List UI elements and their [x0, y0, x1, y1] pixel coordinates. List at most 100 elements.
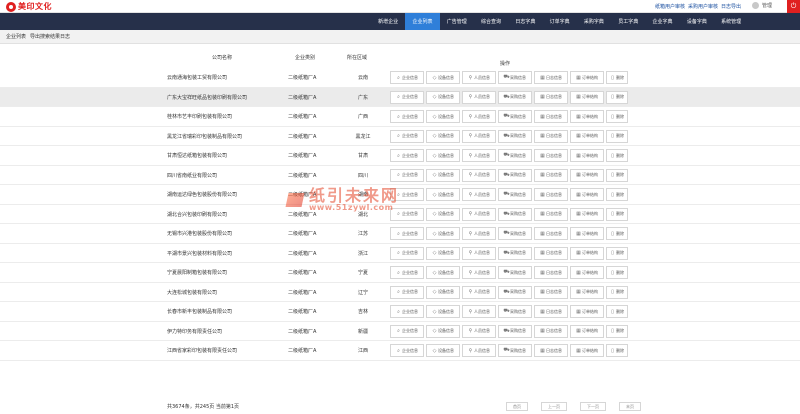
- action-button-1[interactable]: ◇ 设备信息: [426, 110, 460, 123]
- action-button-3[interactable]: ⛟ 采购信息: [498, 246, 532, 260]
- action-button-3[interactable]: ⛟ 采购信息: [498, 227, 532, 240]
- action-button-6[interactable]: ▯ 删除: [606, 285, 628, 299]
- action-button-1[interactable]: ◇ 设备信息: [426, 90, 460, 104]
- action-button-1[interactable]: ◇ 设备信息: [426, 168, 460, 182]
- action-button-5[interactable]: ▦ 订单结构: [570, 149, 604, 162]
- table-row[interactable]: 湖北合兴包装印刷有限公司 二级纸箱厂A 湖北 ⌕ 企业信息 ◇ 设备信息 ⚲ 人员信息 ⛟ 采购信息…: [0, 205, 800, 224]
- action-button-6[interactable]: ▯ 删除: [606, 344, 628, 357]
- action-button-0[interactable]: ⌕ 企业信息: [390, 344, 424, 357]
- nav-tab-1[interactable]: 企业列表: [405, 13, 440, 30]
- action-button-5[interactable]: ▦ 订单结构: [570, 227, 604, 240]
- action-button-0[interactable]: ⌕ 企业信息: [390, 90, 424, 104]
- action-button-4[interactable]: ▦ 日志信息: [534, 129, 568, 143]
- action-button-5[interactable]: ▦ 订单结构: [570, 305, 604, 318]
- action-button-4[interactable]: ▦ 日志信息: [534, 246, 568, 260]
- action-button-1[interactable]: ◇ 设备信息: [426, 71, 460, 84]
- nav-tab-2[interactable]: 广告管理: [440, 13, 474, 30]
- action-button-6[interactable]: ▯ 删除: [606, 129, 628, 143]
- action-button-1[interactable]: ◇ 设备信息: [426, 129, 460, 143]
- action-button-2[interactable]: ⚲ 人员信息: [462, 285, 496, 299]
- table-row[interactable]: 黑龙江省瑞彩印包装制品有限公司 二级纸箱厂A 黑龙江 ⌕ 企业信息 ◇ 设备信息 ⚲ 人员信息 ⛟…: [0, 127, 800, 146]
- action-button-5[interactable]: ▦ 订单结构: [570, 285, 604, 299]
- link-purchase-user-review[interactable]: 采购用户审核: [688, 3, 718, 10]
- action-button-0[interactable]: ⌕ 企业信息: [390, 149, 424, 162]
- action-button-0[interactable]: ⌕ 企业信息: [390, 129, 424, 143]
- action-button-4[interactable]: ▦ 日志信息: [534, 207, 568, 221]
- action-button-5[interactable]: ▦ 订单结构: [570, 129, 604, 143]
- action-button-3[interactable]: ⛟ 采购信息: [498, 344, 532, 357]
- action-button-5[interactable]: ▦ 订单结构: [570, 207, 604, 221]
- table-row[interactable]: 云南通海包装工贸有限公司 二级纸箱厂A 云南 ⌕ 企业信息 ◇ 设备信息 ⚲ 人员信息 ⛟ 采购信息…: [0, 68, 800, 88]
- action-button-5[interactable]: ▦ 订单结构: [570, 324, 604, 338]
- action-button-2[interactable]: ⚲ 人员信息: [462, 129, 496, 143]
- action-button-3[interactable]: ⛟ 采购信息: [498, 129, 532, 143]
- action-button-0[interactable]: ⌕ 企业信息: [390, 246, 424, 260]
- action-button-0[interactable]: ⌕ 企业信息: [390, 110, 424, 123]
- nav-tab-4[interactable]: 日志字典: [508, 13, 542, 30]
- action-button-1[interactable]: ◇ 设备信息: [426, 285, 460, 299]
- table-row[interactable]: 平湖市景兴包装材料有限公司 二级纸箱厂A 浙江 ⌕ 企业信息 ◇ 设备信息 ⚲ 人员信息 ⛟ 采购信…: [0, 244, 800, 263]
- action-button-2[interactable]: ⚲ 人员信息: [462, 110, 496, 123]
- action-button-3[interactable]: ⛟ 采购信息: [498, 90, 532, 104]
- nav-tab-10[interactable]: 系统管理: [714, 13, 748, 30]
- action-button-1[interactable]: ◇ 设备信息: [426, 344, 460, 357]
- action-button-1[interactable]: ◇ 设备信息: [426, 227, 460, 240]
- action-button-4[interactable]: ▦ 日志信息: [534, 285, 568, 299]
- action-button-3[interactable]: ⛟ 采购信息: [498, 188, 532, 201]
- action-button-3[interactable]: ⛟ 采购信息: [498, 285, 532, 299]
- action-button-4[interactable]: ▦ 日志信息: [534, 90, 568, 104]
- nav-tab-9[interactable]: 设备字典: [680, 13, 714, 30]
- action-button-1[interactable]: ◇ 设备信息: [426, 324, 460, 338]
- action-button-5[interactable]: ▦ 订单结构: [570, 71, 604, 84]
- nav-tab-0[interactable]: 新增企业: [371, 13, 405, 30]
- table-row[interactable]: 甘肃恒达纸箱包装有限公司 二级纸箱厂A 甘肃 ⌕ 企业信息 ◇ 设备信息 ⚲ 人员信息 ⛟ 采购信息…: [0, 146, 800, 166]
- action-button-4[interactable]: ▦ 日志信息: [534, 188, 568, 201]
- action-button-6[interactable]: ▯ 删除: [606, 149, 628, 162]
- action-button-3[interactable]: ⛟ 采购信息: [498, 305, 532, 318]
- action-button-6[interactable]: ▯ 删除: [606, 227, 628, 240]
- action-button-3[interactable]: ⛟ 采购信息: [498, 324, 532, 338]
- action-button-1[interactable]: ◇ 设备信息: [426, 266, 460, 279]
- table-row[interactable]: 湖南运达绿色包装股份有限公司 二级纸箱厂A 湖南 ⌕ 企业信息 ◇ 设备信息 ⚲ 人员信息 ⛟ 采购…: [0, 185, 800, 205]
- action-button-4[interactable]: ▦ 日志信息: [534, 71, 568, 84]
- action-button-5[interactable]: ▦ 订单结构: [570, 188, 604, 201]
- action-button-0[interactable]: ⌕ 企业信息: [390, 266, 424, 279]
- table-row[interactable]: 江西省家彩印包装有限责任公司 二级纸箱厂A 江西 ⌕ 企业信息 ◇ 设备信息 ⚲ 人员信息 ⛟ 采购…: [0, 341, 800, 361]
- action-button-0[interactable]: ⌕ 企业信息: [390, 324, 424, 338]
- action-button-1[interactable]: ◇ 设备信息: [426, 188, 460, 201]
- action-button-2[interactable]: ⚲ 人员信息: [462, 246, 496, 260]
- table-row[interactable]: 桂林市艺丰印刷包装有限公司 二级纸箱厂A 广西 ⌕ 企业信息 ◇ 设备信息 ⚲ 人员信息 ⛟ 采购信…: [0, 107, 800, 127]
- action-button-6[interactable]: ▯ 删除: [606, 246, 628, 260]
- action-button-1[interactable]: ◇ 设备信息: [426, 207, 460, 221]
- action-button-4[interactable]: ▦ 日志信息: [534, 168, 568, 182]
- action-button-0[interactable]: ⌕ 企业信息: [390, 168, 424, 182]
- nav-tab-5[interactable]: 订单字典: [542, 13, 576, 30]
- action-button-4[interactable]: ▦ 日志信息: [534, 110, 568, 123]
- table-row[interactable]: 宁夏晨阳制箱包装有限公司 二级纸箱厂A 宁夏 ⌕ 企业信息 ◇ 设备信息 ⚲ 人员信息 ⛟ 采购信息…: [0, 263, 800, 283]
- action-button-0[interactable]: ⌕ 企业信息: [390, 305, 424, 318]
- action-button-2[interactable]: ⚲ 人员信息: [462, 305, 496, 318]
- action-button-5[interactable]: ▦ 订单结构: [570, 344, 604, 357]
- prev-page-button[interactable]: 上一页: [541, 402, 567, 411]
- logout-button[interactable]: ⏻: [787, 0, 800, 13]
- action-button-2[interactable]: ⚲ 人员信息: [462, 344, 496, 357]
- action-button-2[interactable]: ⚲ 人员信息: [462, 188, 496, 201]
- action-button-6[interactable]: ▯ 删除: [606, 305, 628, 318]
- action-button-5[interactable]: ▦ 订单结构: [570, 266, 604, 279]
- action-button-3[interactable]: ⛟ 采购信息: [498, 149, 532, 162]
- export-search-log-link[interactable]: 导出搜索结果日志: [30, 33, 70, 40]
- nav-tab-3[interactable]: 综合查询: [474, 13, 508, 30]
- action-button-4[interactable]: ▦ 日志信息: [534, 305, 568, 318]
- action-button-4[interactable]: ▦ 日志信息: [534, 227, 568, 240]
- table-row[interactable]: 长春市新丰包装制品有限公司 二级纸箱厂A 吉林 ⌕ 企业信息 ◇ 设备信息 ⚲ 人员信息 ⛟ 采购信…: [0, 302, 800, 322]
- action-button-6[interactable]: ▯ 删除: [606, 90, 628, 104]
- action-button-4[interactable]: ▦ 日志信息: [534, 324, 568, 338]
- action-button-3[interactable]: ⛟ 采购信息: [498, 110, 532, 123]
- table-row[interactable]: 大连松城包装有限公司 二级纸箱厂A 辽宁 ⌕ 企业信息 ◇ 设备信息 ⚲ 人员信息 ⛟ 采购信息 ▦ 日…: [0, 283, 800, 302]
- last-page-button[interactable]: 末页: [619, 402, 641, 411]
- action-button-1[interactable]: ◇ 设备信息: [426, 149, 460, 162]
- table-row[interactable]: 四川省南纸业有限公司 二级纸箱厂A 四川 ⌕ 企业信息 ◇ 设备信息 ⚲ 人员信息 ⛟ 采购信息 ▦ 日…: [0, 166, 800, 185]
- action-button-2[interactable]: ⚲ 人员信息: [462, 227, 496, 240]
- action-button-1[interactable]: ◇ 设备信息: [426, 246, 460, 260]
- action-button-2[interactable]: ⚲ 人员信息: [462, 324, 496, 338]
